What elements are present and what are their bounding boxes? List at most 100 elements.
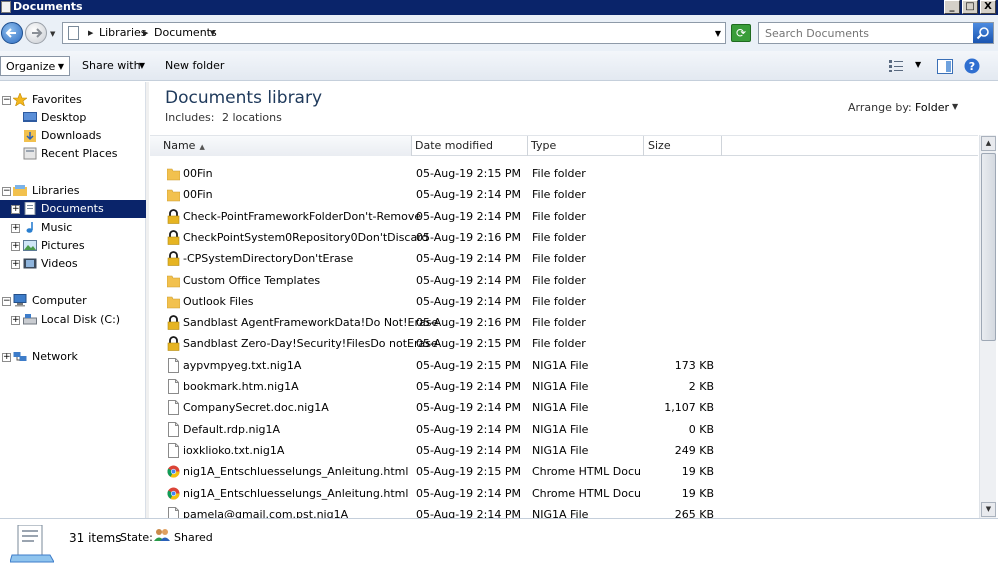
address-dropdown-icon[interactable]: ▼ (715, 29, 721, 38)
locked-folder-icon (167, 230, 180, 245)
help-icon[interactable]: ? (964, 58, 980, 74)
expand-icon[interactable]: + (11, 205, 20, 214)
file-date: 05-Aug-19 2:15 PM (416, 167, 521, 180)
nav-libraries[interactable]: − Libraries (0, 182, 146, 200)
nav-desktop[interactable]: Desktop (0, 109, 146, 127)
file-type: NIG1A File (532, 380, 589, 393)
window-controls: _ □ X (944, 0, 996, 14)
nav-favorites[interactable]: − Favorites (0, 91, 146, 109)
breadcrumb-documents[interactable]: Documents (154, 26, 217, 39)
forward-button[interactable] (25, 22, 47, 44)
vertical-scrollbar[interactable]: ▲ ▼ (979, 135, 996, 518)
search-input[interactable] (765, 25, 965, 41)
file-date: 05-Aug-19 2:14 PM (416, 380, 521, 393)
arrange-by-value[interactable]: Folder (915, 101, 949, 114)
chrome-icon (167, 486, 180, 501)
file-icon (167, 357, 180, 373)
close-button[interactable]: X (980, 0, 996, 14)
share-with-button[interactable]: Share with ▼ (80, 56, 150, 76)
back-button[interactable] (1, 22, 23, 44)
column-size[interactable]: Size (644, 136, 722, 156)
preview-pane-icon[interactable] (937, 59, 953, 74)
file-row[interactable]: bookmark.htm.nig1A 05-Aug-19 2:14 PM NIG1A… (150, 376, 978, 397)
maximize-button[interactable]: □ (962, 0, 978, 14)
collapse-icon[interactable]: − (2, 187, 11, 196)
file-name: -CPSystemDirectoryDon'tErase (183, 252, 354, 266)
navigation-pane: − Favorites Desktop Downloads Recent Pla… (0, 82, 146, 518)
file-name: CheckPointSystem0Repository0Don'tDiscard (183, 230, 429, 244)
change-view-icon[interactable] (888, 59, 904, 73)
nav-pictures[interactable]: + Pictures (0, 237, 146, 255)
file-row[interactable]: Custom Office Templates 05-Aug-19 2:14 PM… (150, 270, 978, 291)
file-row[interactable]: Default.rdp.nig1A 05-Aug-19 2:14 PM NIG1A … (150, 419, 978, 440)
nav-downloads[interactable]: Downloads (0, 127, 146, 145)
file-row[interactable]: CompanySecret.doc.nig1A 05-Aug-19 2:14 PM… (150, 397, 978, 418)
library-locations-link[interactable]: 2 locations (222, 111, 282, 124)
collapse-icon[interactable]: − (2, 297, 11, 306)
expand-icon[interactable]: + (11, 316, 20, 325)
file-date: 05-Aug-19 2:14 PM (416, 443, 521, 457)
collapse-icon[interactable]: − (2, 96, 11, 105)
desktop-icon (23, 112, 37, 122)
file-type: NIG1A File (532, 443, 589, 457)
breadcrumb-libraries[interactable]: Libraries (99, 26, 147, 39)
arrange-by: Arrange by: Folder ▼ (848, 101, 958, 114)
chevron-down-icon[interactable]: ▼ (952, 102, 958, 111)
file-row[interactable]: -CPSystemDirectoryDon'tErase 05-Aug-19 2:… (150, 248, 978, 269)
forward-arrow-icon (32, 28, 43, 38)
file-row[interactable]: Check-PointFrameworkFolderDon't-Remove 05… (150, 206, 978, 227)
recent-pages-dropdown[interactable]: ▼ (50, 30, 55, 38)
file-row[interactable]: CheckPointSystem0Repository0Don'tDiscard… (150, 227, 978, 248)
breadcrumb-separator[interactable]: ▼ (210, 29, 215, 37)
scroll-up-button[interactable]: ▲ (981, 136, 996, 151)
address-bar[interactable]: ▶ Libraries ▶ Documents ▼ ▼ (62, 22, 726, 44)
column-date-modified[interactable]: Date modified (412, 136, 528, 156)
nav-recent-places[interactable]: Recent Places (0, 145, 146, 163)
nav-documents[interactable]: + Documents (0, 200, 146, 218)
locked-folder-icon (167, 208, 180, 224)
file-type: NIG1A File (532, 422, 589, 436)
address-row: ▼ ▶ Libraries ▶ Documents ▼ ▼ ⟳ (0, 15, 998, 51)
file-type: File folder (532, 209, 586, 223)
search-box[interactable] (758, 22, 994, 44)
minimize-button[interactable]: _ (944, 0, 960, 14)
scroll-thumb[interactable] (981, 153, 996, 341)
file-row[interactable]: nig1A_Entschluesselungs_Anleitung.html 05… (150, 483, 978, 504)
file-row[interactable]: aypvmpyeg.txt.nig1A 05-Aug-19 2:15 PM NIG1… (150, 355, 978, 376)
file-row[interactable]: 00Fin 05-Aug-19 2:15 PM File folder (150, 163, 978, 184)
breadcrumb-separator[interactable]: ▶ (143, 29, 148, 37)
file-row[interactable]: nig1A_Entschluesselungs_Anleitung.html 05… (150, 461, 978, 482)
organize-button[interactable]: Organize ▼ (0, 56, 70, 76)
locked-folder-icon (167, 315, 180, 330)
file-name: nig1A_Entschluesselungs_Anleitung.html (183, 486, 409, 500)
expand-icon[interactable]: + (11, 260, 20, 269)
nav-music[interactable]: + Music (0, 219, 146, 237)
file-type: File folder (532, 273, 586, 287)
column-name[interactable]: Name ▲ (150, 136, 412, 156)
file-row[interactable]: Outlook Files 05-Aug-19 2:14 PM File folde… (150, 291, 978, 312)
expand-icon[interactable]: + (11, 224, 20, 233)
column-type[interactable]: Type (528, 136, 644, 156)
pane-splitter[interactable] (146, 82, 149, 518)
view-options-dropdown[interactable]: ▼ (915, 60, 921, 69)
nav-computer[interactable]: − Computer (0, 292, 146, 310)
file-row[interactable]: ioxklioko.txt.nig1A 05-Aug-19 2:14 PM NIG1… (150, 440, 978, 461)
refresh-button[interactable]: ⟳ (731, 24, 751, 42)
new-folder-button[interactable]: New folder (165, 56, 224, 76)
nav-network[interactable]: + Network (0, 348, 146, 366)
file-type: File folder (532, 337, 586, 351)
expand-icon[interactable]: + (11, 242, 20, 251)
search-button[interactable] (973, 23, 993, 43)
folder-icon (166, 294, 181, 309)
chrome-icon (167, 464, 180, 479)
file-row[interactable]: Sandblast Zero-Day!Security!FilesDo notE… (150, 333, 978, 354)
file-row[interactable]: 00Fin 05-Aug-19 2:14 PM File folder (150, 184, 978, 205)
nav-local-disk[interactable]: + Local Disk (C:) (0, 311, 146, 329)
scroll-down-button[interactable]: ▼ (981, 502, 996, 517)
file-row[interactable]: Sandblast AgentFrameworkData!Do Not!Eras… (150, 312, 978, 333)
breadcrumb-separator[interactable]: ▶ (88, 29, 93, 37)
nav-videos[interactable]: + Videos (0, 255, 146, 273)
expand-icon[interactable]: + (2, 353, 11, 362)
file-size: 2 KB (688, 380, 714, 393)
libraries-icon (13, 185, 27, 196)
